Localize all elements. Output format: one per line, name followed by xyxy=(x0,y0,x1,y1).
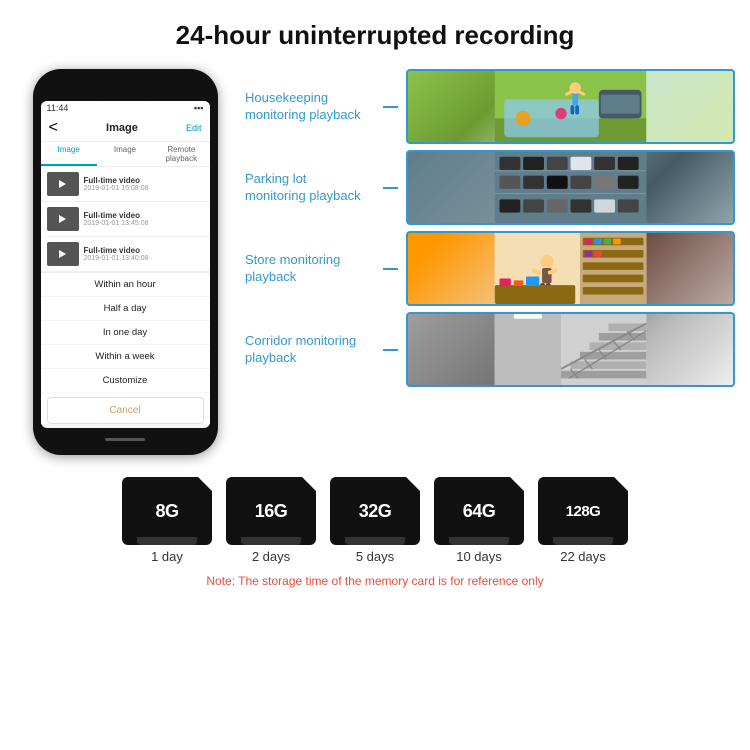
sdcard-notch-4 xyxy=(510,477,524,491)
connector-3 xyxy=(383,268,398,270)
phone-tab-image[interactable]: Image xyxy=(41,142,97,166)
dropdown-item-oneday[interactable]: In one day xyxy=(41,321,210,345)
sdcard-item-128g: 128G 22 days xyxy=(538,477,628,564)
monitor-photo-housekeeping xyxy=(406,69,735,144)
monitor-row-parking: Parking lotmonitoring playback xyxy=(245,150,735,225)
phone-nav-bar: < Image Edit xyxy=(41,115,210,142)
phone-home-bar xyxy=(41,433,210,445)
sdcard-item-32g: 32G 5 days xyxy=(330,477,420,564)
corridor-svg xyxy=(408,314,733,385)
sdcard-64g: 64G xyxy=(434,477,524,545)
dropdown-item-halfday[interactable]: Half a day xyxy=(41,297,210,321)
sdcard-item-64g: 64G 10 days xyxy=(434,477,524,564)
monitor-row-housekeeping: Housekeepingmonitoring playback xyxy=(245,69,735,144)
phone-list: Full-time video 2019-01-01 15:08:08 Full… xyxy=(41,167,210,272)
monitor-label-corridor: Corridor monitoringplayback xyxy=(245,333,375,367)
item-date-1: 2019-01-01 15:08:08 xyxy=(84,185,204,192)
monitoring-label-text-3: Store monitoringplayback xyxy=(245,252,375,286)
storage-note: Note: The storage time of the memory car… xyxy=(206,574,543,588)
sdcard-32g: 32G xyxy=(330,477,420,545)
dropdown-item-week[interactable]: Within a week xyxy=(41,345,210,369)
sdcard-days-16g: 2 days xyxy=(252,549,290,564)
phone-nav-back[interactable]: < xyxy=(49,119,58,137)
housekeeping-svg xyxy=(408,71,733,142)
monitoring-label-text-2: Parking lotmonitoring playback xyxy=(245,171,375,205)
list-item[interactable]: Full-time video 2019-01-01 13:40:08 xyxy=(41,237,210,272)
phone-tabs: Image Image Remote playback xyxy=(41,142,210,167)
item-title-3: Full-time video xyxy=(84,246,204,255)
sdcard-notch-1 xyxy=(198,477,212,491)
item-info-1: Full-time video 2019-01-01 15:08:08 xyxy=(84,176,204,192)
play-icon-3 xyxy=(59,250,66,258)
sdcard-16g: 16G xyxy=(226,477,316,545)
sdcard-128g: 128G xyxy=(538,477,628,545)
item-info-3: Full-time video 2019-01-01 13:40:08 xyxy=(84,246,204,262)
sdcard-size-8g: 8G xyxy=(155,501,178,522)
sdcard-8g: 8G xyxy=(122,477,212,545)
sdcard-notch-5 xyxy=(614,477,628,491)
monitor-photo-store xyxy=(406,231,735,306)
phone-tab-remote[interactable]: Remote playback xyxy=(153,142,209,166)
sdcard-notch-3 xyxy=(406,477,420,491)
connector-1 xyxy=(383,106,398,108)
monitoring-label-text-1: Housekeepingmonitoring playback xyxy=(245,90,375,124)
video-thumb-3 xyxy=(47,242,79,266)
phone-notch xyxy=(90,79,160,97)
list-item[interactable]: Full-time video 2019-01-01 15:08:08 xyxy=(41,167,210,202)
sdcard-size-64g: 64G xyxy=(463,501,496,522)
dropdown-cancel-button[interactable]: Cancel xyxy=(47,397,204,424)
sdcard-days-8g: 1 day xyxy=(151,549,183,564)
item-date-3: 2019-01-01 13:40:08 xyxy=(84,255,204,262)
phone-home-indicator xyxy=(105,438,145,441)
video-thumb-1 xyxy=(47,172,79,196)
store-svg xyxy=(408,233,733,304)
phone-screen: 11:44 ▪▪▪ < Image Edit Image Image Remot… xyxy=(41,101,210,428)
monitor-label-housekeeping: Housekeepingmonitoring playback xyxy=(245,90,375,124)
list-item[interactable]: Full-time video 2019-01-01 13:45:08 xyxy=(41,202,210,237)
sdcard-row: 8G 1 day 16G 2 days 32G 5 days xyxy=(122,477,628,564)
sdcard-section: 8G 1 day 16G 2 days 32G 5 days xyxy=(15,477,735,588)
dropdown-item-hour[interactable]: Within an hour xyxy=(41,273,210,297)
phone-mockup: 11:44 ▪▪▪ < Image Edit Image Image Remot… xyxy=(33,69,218,455)
page-title: 24-hour uninterrupted recording xyxy=(15,20,735,51)
connector-2 xyxy=(383,187,398,189)
monitor-row-store: Store monitoringplayback xyxy=(245,231,735,306)
phone-time: 11:44 xyxy=(47,103,69,113)
page: 24-hour uninterrupted recording 11:44 ▪▪… xyxy=(0,0,750,603)
monitor-row-corridor: Corridor monitoringplayback xyxy=(245,312,735,387)
parking-svg xyxy=(408,152,733,223)
phone-wrapper: 11:44 ▪▪▪ < Image Edit Image Image Remot… xyxy=(15,69,235,455)
sdcard-size-128g: 128G xyxy=(566,503,601,520)
phone-nav-title: Image xyxy=(106,122,138,134)
monitor-photo-corridor xyxy=(406,312,735,387)
item-info-2: Full-time video 2019-01-01 13:45:08 xyxy=(84,211,204,227)
play-icon-2 xyxy=(59,215,66,223)
right-section: Housekeepingmonitoring playback xyxy=(245,69,735,387)
play-icon-1 xyxy=(59,180,66,188)
dropdown-item-customize[interactable]: Customize xyxy=(41,369,210,393)
sdcard-size-32g: 32G xyxy=(359,501,392,522)
item-date-2: 2019-01-01 13:45:08 xyxy=(84,220,204,227)
phone-icons: ▪▪▪ xyxy=(194,103,204,113)
monitor-label-parking: Parking lotmonitoring playback xyxy=(245,171,375,205)
sdcard-notch-2 xyxy=(302,477,316,491)
phone-tab-image2[interactable]: Image xyxy=(97,142,153,166)
middle-section: 11:44 ▪▪▪ < Image Edit Image Image Remot… xyxy=(15,69,735,455)
monitor-label-store: Store monitoringplayback xyxy=(245,252,375,286)
sdcard-days-32g: 5 days xyxy=(356,549,394,564)
sdcard-item-8g: 8G 1 day xyxy=(122,477,212,564)
sdcard-days-64g: 10 days xyxy=(456,549,502,564)
sdcard-item-16g: 16G 2 days xyxy=(226,477,316,564)
item-title-1: Full-time video xyxy=(84,176,204,185)
phone-nav-edit[interactable]: Edit xyxy=(186,123,202,133)
sdcard-size-16g: 16G xyxy=(255,501,288,522)
phone-status-bar: 11:44 ▪▪▪ xyxy=(41,101,210,115)
video-thumb-2 xyxy=(47,207,79,231)
connector-4 xyxy=(383,349,398,351)
item-title-2: Full-time video xyxy=(84,211,204,220)
monitoring-label-text-4: Corridor monitoringplayback xyxy=(245,333,375,367)
phone-dropdown: Within an hour Half a day In one day Wit… xyxy=(41,272,210,424)
sdcard-days-128g: 22 days xyxy=(560,549,606,564)
monitor-photo-parking xyxy=(406,150,735,225)
